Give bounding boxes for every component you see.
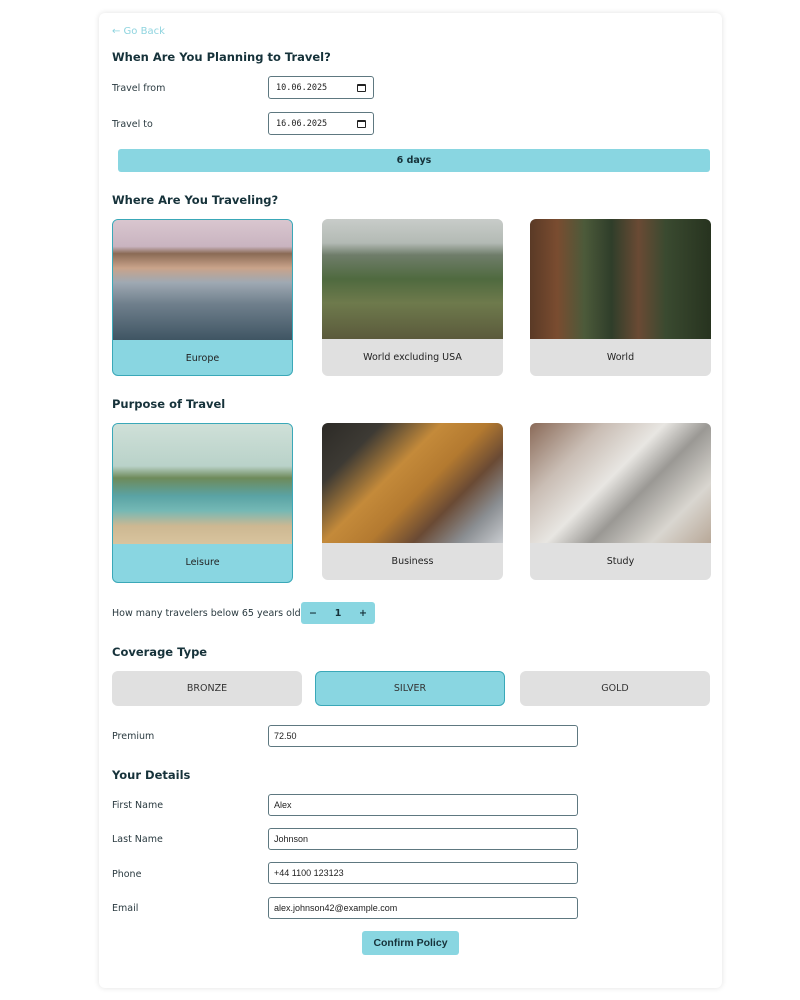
increment-button[interactable]: +: [359, 608, 367, 619]
decrement-button[interactable]: −: [309, 608, 317, 619]
destination-label: World: [606, 352, 635, 363]
destination-heading: Where Are You Traveling?: [112, 193, 279, 207]
business-image: [322, 423, 503, 543]
phone-label: Phone: [112, 869, 142, 880]
europe-image: [113, 220, 292, 340]
trip-duration-bar: 6 days: [118, 149, 710, 172]
confirm-policy-button[interactable]: Confirm Policy: [362, 931, 459, 955]
premium-label: Premium: [112, 731, 155, 742]
destination-option-world-excluding-usa[interactable]: World excluding USA: [322, 219, 503, 376]
travel-to-input[interactable]: 16.06.2025: [268, 112, 374, 135]
details-heading: Your Details: [112, 768, 191, 782]
world-image: [530, 219, 711, 339]
travel-to-value: 16.06.2025: [276, 118, 328, 129]
premium-field[interactable]: 72.50: [268, 725, 578, 747]
purpose-option-leisure[interactable]: Leisure: [112, 423, 293, 583]
calendar-icon[interactable]: [357, 119, 366, 128]
purpose-option-study[interactable]: Study: [530, 423, 711, 580]
go-back-link[interactable]: ← Go Back: [112, 26, 165, 37]
email-label: Email: [112, 903, 139, 914]
world-excluding-usa-image: [322, 219, 503, 339]
email-field[interactable]: alex.johnson42@example.com: [268, 897, 578, 919]
coverage-heading: Coverage Type: [112, 645, 208, 659]
destination-option-europe[interactable]: Europe: [112, 219, 293, 376]
purpose-label: Leisure: [185, 557, 220, 568]
last-name-field[interactable]: Johnson: [268, 828, 578, 850]
coverage-option-gold[interactable]: GOLD: [520, 671, 710, 706]
travel-from-label: Travel from: [112, 83, 166, 94]
phone-field[interactable]: +44 1100 123123: [268, 862, 578, 884]
travelers-stepper[interactable]: − 1 +: [301, 602, 375, 624]
travelers-count: 1: [334, 607, 342, 619]
first-name-label: First Name: [112, 800, 164, 811]
purpose-label: Study: [606, 556, 635, 567]
dates-heading: When Are You Planning to Travel?: [112, 50, 331, 64]
coverage-option-bronze[interactable]: BRONZE: [112, 671, 302, 706]
purpose-option-business[interactable]: Business: [322, 423, 503, 580]
destination-option-world[interactable]: World: [530, 219, 711, 376]
travel-to-label: Travel to: [112, 119, 153, 130]
last-name-label: Last Name: [112, 834, 163, 845]
coverage-option-silver[interactable]: SILVER: [315, 671, 505, 706]
travelers-label: How many travelers below 65 years old?: [112, 608, 306, 619]
travel-from-input[interactable]: 10.06.2025: [268, 76, 374, 99]
calendar-icon[interactable]: [357, 83, 366, 92]
leisure-image: [113, 424, 292, 544]
study-image: [530, 423, 711, 543]
booking-form-card: ← Go Back When Are You Planning to Trave…: [99, 13, 722, 988]
destination-label: World excluding USA: [363, 352, 462, 363]
destination-label: Europe: [185, 353, 220, 364]
purpose-heading: Purpose of Travel: [112, 397, 226, 411]
purpose-label: Business: [391, 556, 434, 567]
first-name-field[interactable]: Alex: [268, 794, 578, 816]
travel-from-value: 10.06.2025: [276, 82, 328, 93]
